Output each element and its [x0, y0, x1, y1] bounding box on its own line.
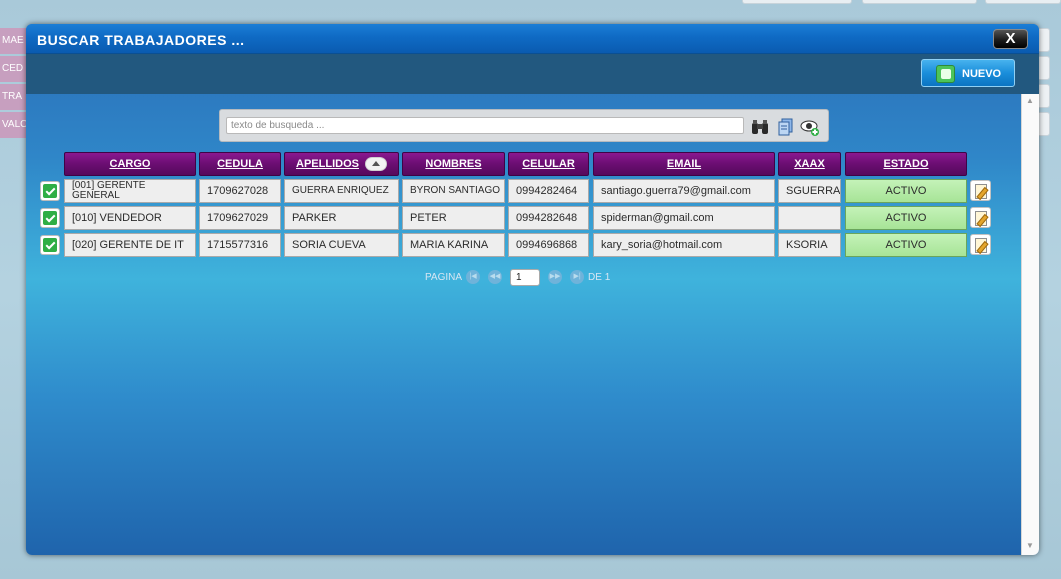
last-page-icon[interactable]: ▶| — [570, 270, 585, 284]
background-tab — [985, 0, 1061, 4]
previous-page-icon[interactable]: ◀◀ — [488, 270, 503, 284]
cell-xaax — [778, 206, 841, 230]
cell-email: kary_soria@hotmail.com — [593, 233, 775, 257]
scroll-up-icon[interactable]: ▲ — [1026, 96, 1034, 105]
new-worker-button[interactable]: NUEVO — [921, 59, 1015, 87]
view-add-icon[interactable] — [800, 117, 820, 137]
background-tab — [862, 0, 977, 4]
cell-email: spiderman@gmail.com — [593, 206, 775, 230]
page-number-input[interactable] — [510, 268, 541, 286]
cell-xaax: KSORIA — [778, 233, 841, 257]
cell-nombres: BYRON SANTIAGO — [402, 179, 505, 203]
cell-cedula: 1715577316 — [199, 233, 281, 257]
cell-celular: 0994282648 — [508, 206, 589, 230]
search-input[interactable] — [226, 117, 744, 134]
status-badge: ACTIVO — [845, 206, 967, 230]
column-header-email[interactable]: EMAIL — [593, 152, 775, 176]
cell-celular: 0994696868 — [508, 233, 589, 257]
cell-nombres: PETER — [402, 206, 505, 230]
dialog-toolbar: NUEVO — [26, 54, 1039, 94]
scroll-down-icon[interactable]: ▼ — [1026, 541, 1034, 550]
column-header-cedula[interactable]: CEDULA — [199, 152, 281, 176]
edit-icon[interactable] — [970, 207, 991, 228]
column-header-estado[interactable]: ESTADO — [845, 152, 967, 176]
cell-xaax: SGUERRA — [778, 179, 841, 203]
cell-celular: 0994282464 — [508, 179, 589, 203]
edit-icon[interactable] — [970, 234, 991, 255]
vertical-scrollbar[interactable]: ▲ ▼ — [1021, 94, 1039, 555]
cell-cargo: [010] VENDEDOR — [64, 206, 196, 230]
cell-cargo: [020] GERENTE DE IT — [64, 233, 196, 257]
search-workers-dialog: BUSCAR TRABAJADORES ... X NUEVO ▲ ▼ text… — [26, 24, 1039, 555]
row-checkbox[interactable] — [40, 235, 60, 255]
puzzle-icon — [936, 65, 955, 83]
cell-cedula: 1709627029 — [199, 206, 281, 230]
sort-ascending-icon[interactable] — [364, 157, 387, 172]
cell-apellidos: GUERRA ENRIQUEZ — [284, 179, 399, 203]
dialog-title: BUSCAR TRABAJADORES ... — [37, 32, 245, 48]
status-badge: ACTIVO — [845, 233, 967, 257]
column-header-apellidos[interactable]: APELLIDOS — [284, 152, 399, 176]
background-tab — [742, 0, 852, 4]
status-badge: ACTIVO — [845, 179, 967, 203]
cell-cedula: 1709627028 — [199, 179, 281, 203]
cell-email: santiago.guerra79@gmail.com — [593, 179, 775, 203]
close-button[interactable]: X — [993, 29, 1028, 49]
cell-cargo: [001] GERENTE GENERAL — [64, 179, 196, 203]
first-page-icon[interactable]: |◀ — [466, 270, 481, 284]
row-checkbox[interactable] — [40, 181, 60, 201]
column-header-celular[interactable]: CELULAR — [508, 152, 589, 176]
pager-label: PAGINA — [425, 271, 463, 283]
copy-icon[interactable] — [775, 117, 795, 137]
cell-apellidos: PARKER — [284, 206, 399, 230]
row-checkbox[interactable] — [40, 208, 60, 228]
next-page-icon[interactable]: ▶▶ — [548, 270, 563, 284]
new-button-label: NUEVO — [962, 68, 1002, 80]
cell-nombres: MARIA KARINA — [402, 233, 505, 257]
binoculars-icon[interactable] — [750, 117, 770, 137]
column-header-apellidos-label: APELLIDOS — [296, 158, 359, 170]
pagination: PAGINA |◀ ◀◀ ▶▶ ▶| DE 1 — [425, 268, 610, 286]
dialog-titlebar[interactable]: BUSCAR TRABAJADORES ... X — [26, 24, 1039, 54]
column-header-nombres[interactable]: NOMBRES — [402, 152, 505, 176]
search-panel — [219, 109, 829, 142]
cell-apellidos: SORIA CUEVA — [284, 233, 399, 257]
pager-total: DE 1 — [588, 271, 611, 283]
edit-icon[interactable] — [970, 180, 991, 201]
column-header-cargo[interactable]: CARGO — [64, 152, 196, 176]
column-header-xaax[interactable]: XAAX — [778, 152, 841, 176]
